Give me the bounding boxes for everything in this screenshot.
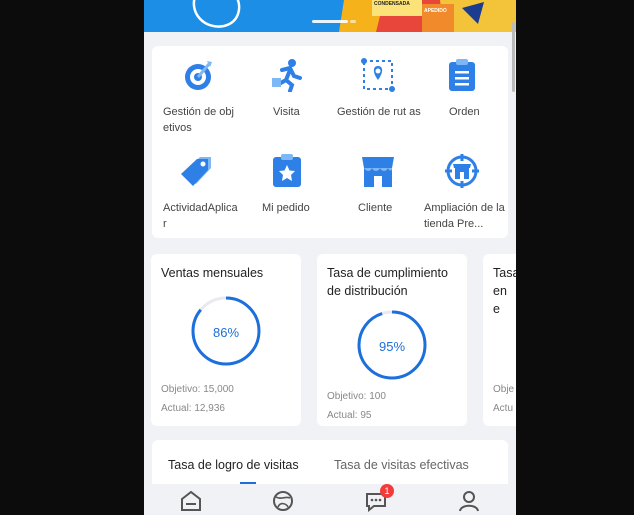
quick-action-label: Cliente xyxy=(358,202,393,214)
quick-action-label: Visita xyxy=(273,106,300,118)
banner-text-2: APEDIDO xyxy=(424,8,447,14)
price-tag-icon xyxy=(181,157,211,186)
quick-action-my-order[interactable]: Mi pedido xyxy=(243,154,331,234)
stat-actual: Actu xyxy=(493,403,514,414)
globe-icon[interactable] xyxy=(272,490,294,512)
quick-action-label: ActividadAplica r xyxy=(163,202,238,230)
bottom-navigation: 1 xyxy=(144,484,516,515)
user-icon[interactable] xyxy=(458,490,480,512)
stat-card-monthly-sales[interactable]: Ventas mensuales 86% Objetivo: 15,000 Ac… xyxy=(151,254,301,426)
quick-action-label: Gestión de obj etivos xyxy=(163,106,234,134)
notification-badge: 1 xyxy=(380,484,394,498)
clipboard-list-icon xyxy=(449,59,475,91)
stat-percent: 86% xyxy=(212,325,240,340)
stat-card-partial[interactable]: Tasa en e Obje Actu xyxy=(483,254,516,426)
promo-banner[interactable]: CONDENSADA APEDIDO xyxy=(144,0,516,32)
quick-action-activity[interactable]: ActividadAplica r xyxy=(154,154,242,234)
tab-effective-visits[interactable]: Tasa de visitas efectivas xyxy=(334,458,469,472)
banner-text-1: CONDENSADA xyxy=(374,1,410,7)
scrollbar[interactable] xyxy=(512,22,515,92)
carousel-indicator-active xyxy=(312,20,348,23)
stat-percent: 95% xyxy=(378,339,406,354)
stat-objective: Objetivo: 100 xyxy=(327,391,386,402)
route-map-icon xyxy=(361,58,395,92)
quick-action-label: Gestión de rut as xyxy=(337,106,421,118)
running-person-icon xyxy=(272,59,302,92)
order-star-icon xyxy=(273,154,301,187)
quick-action-order[interactable]: Orden xyxy=(418,58,506,138)
quick-action-store-expansion[interactable]: Ampliación de la tienda Pre... xyxy=(418,154,506,234)
quick-actions-panel: Gestión de obj etivos Visita Gestión de … xyxy=(152,46,508,238)
stat-actual: Actual: 95 xyxy=(327,410,372,421)
quick-action-customer[interactable]: Cliente xyxy=(334,154,422,234)
stat-actual: Actual: 12,936 xyxy=(161,403,225,414)
target-icon xyxy=(185,61,212,90)
store-location-icon xyxy=(445,154,479,188)
stat-title: Tasa de cumplimiento de distribución xyxy=(327,266,448,298)
stat-card-distribution[interactable]: Tasa de cumplimiento de distribución 95%… xyxy=(317,254,467,426)
tab-visit-achievement[interactable]: Tasa de logro de visitas xyxy=(168,458,299,472)
quick-action-label: Orden xyxy=(449,106,480,118)
quick-action-label: Ampliación de la tienda Pre... xyxy=(424,202,505,230)
home-icon[interactable] xyxy=(180,490,202,512)
stat-title: Ventas mensuales xyxy=(161,266,264,280)
quick-action-routes[interactable]: Gestión de rut as xyxy=(334,58,422,138)
app-screen: CONDENSADA APEDIDO Gestión de obj etivos xyxy=(144,0,516,515)
banner-art xyxy=(192,0,516,32)
carousel-indicator xyxy=(350,20,356,23)
quick-action-visit[interactable]: Visita xyxy=(243,58,331,138)
store-icon xyxy=(362,157,394,187)
stat-objective: Obje xyxy=(493,384,515,395)
stat-title: Tasa en e xyxy=(493,266,516,316)
stat-objective: Objetivo: 15,000 xyxy=(161,384,234,395)
quick-action-label: Mi pedido xyxy=(262,202,310,214)
quick-action-objectives[interactable]: Gestión de obj etivos xyxy=(154,58,242,138)
